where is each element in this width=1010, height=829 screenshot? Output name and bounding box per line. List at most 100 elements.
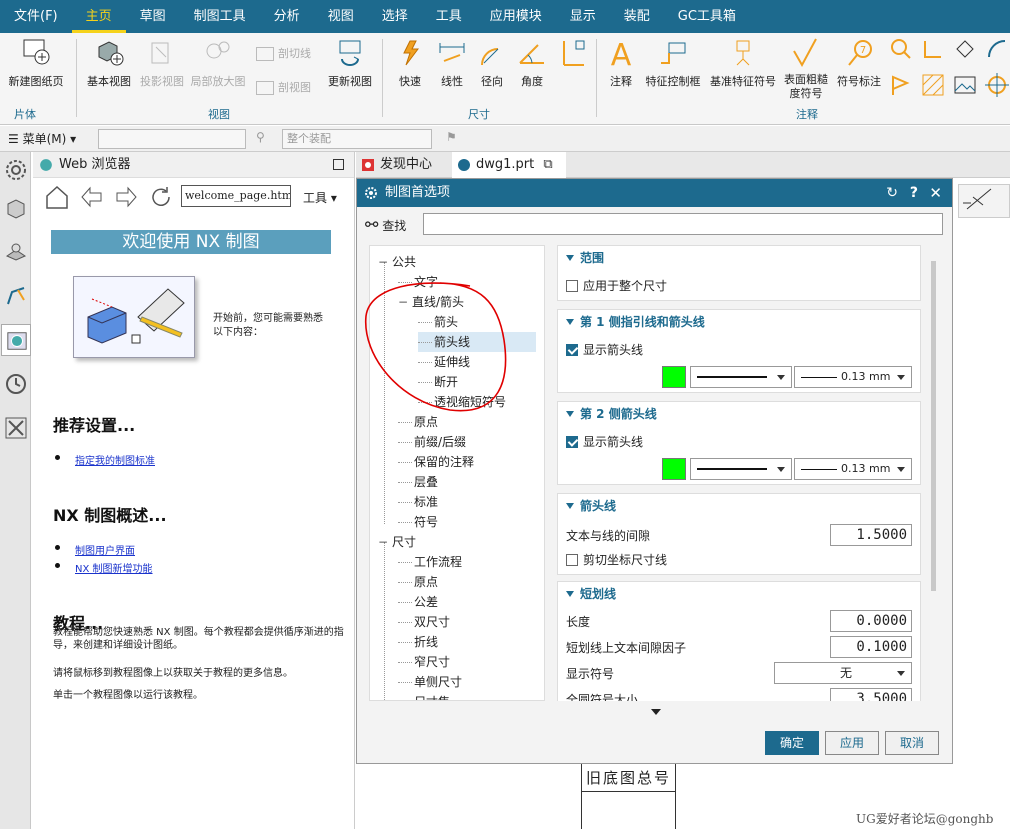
- tree-node[interactable]: 原点: [398, 412, 536, 432]
- reset-icon[interactable]: ↻: [886, 179, 898, 207]
- refresh-icon[interactable]: [149, 185, 173, 209]
- tree-node[interactable]: 箭头: [418, 312, 536, 332]
- tools-icon[interactable]: [4, 416, 28, 440]
- arc-button[interactable]: [984, 37, 1010, 64]
- circle-size-input[interactable]: 3.5000: [830, 688, 912, 701]
- assembly-navigator-icon[interactable]: [4, 240, 28, 264]
- find-input[interactable]: [423, 213, 943, 235]
- linear-dim-button[interactable]: 线性: [432, 37, 472, 89]
- tree-node[interactable]: − 直线/箭头: [398, 292, 536, 312]
- url-input[interactable]: welcome_page.html: [181, 185, 291, 207]
- tree-node[interactable]: 符号: [398, 512, 536, 532]
- radial-dim-button[interactable]: 径向: [472, 37, 512, 89]
- menu-item[interactable]: 应用模块: [476, 0, 556, 33]
- new-sheet-button[interactable]: 新建图纸页: [6, 37, 66, 89]
- fcf-button[interactable]: 特征控制框: [642, 37, 704, 89]
- collapse-icon[interactable]: −: [378, 252, 392, 272]
- collapse-icon[interactable]: −: [378, 532, 392, 552]
- collapse-icon[interactable]: −: [398, 292, 412, 312]
- fill-button[interactable]: [952, 37, 978, 64]
- flag-button[interactable]: [888, 73, 914, 100]
- side2-show-checkbox[interactable]: 显示箭头线: [566, 432, 643, 452]
- update-view-button[interactable]: 更新视图: [324, 37, 376, 89]
- tab-discovery[interactable]: 发现中心: [356, 152, 448, 178]
- home-icon[interactable]: [45, 184, 69, 210]
- tree-node[interactable]: − 公共: [378, 252, 536, 272]
- tab-dwg1[interactable]: dwg1.prt ⧉ ✕: [452, 152, 566, 198]
- tree-node[interactable]: 尺寸集: [398, 692, 536, 700]
- welcome-image[interactable]: [73, 276, 195, 358]
- section-side1-title[interactable]: 第 1 侧指引线和箭头线: [558, 310, 920, 334]
- view-triad-toolbar[interactable]: [958, 184, 1010, 218]
- drawing-canvas[interactable]: [954, 178, 1010, 768]
- hatch-button[interactable]: [920, 73, 946, 100]
- side1-width-dropdown[interactable]: 0.13 mm: [794, 366, 912, 388]
- close-icon[interactable]: ✕: [929, 179, 942, 207]
- menu-item[interactable]: 装配: [610, 0, 664, 33]
- history-icon[interactable]: [4, 372, 28, 396]
- datum-button[interactable]: 基准特征符号: [706, 37, 780, 89]
- side2-color-swatch[interactable]: [662, 458, 686, 480]
- menu-item[interactable]: 分析: [260, 0, 314, 33]
- more-options-icon[interactable]: [651, 709, 661, 715]
- apply-all-checkbox[interactable]: 应用于整个尺寸: [566, 276, 667, 296]
- web-browser-tab[interactable]: [1, 324, 31, 356]
- tree-node[interactable]: 窄尺寸: [398, 652, 536, 672]
- surface-finish-button[interactable]: 表面粗糙度符号: [780, 37, 832, 101]
- menu-item[interactable]: 工具: [422, 0, 476, 33]
- side1-linetype-dropdown[interactable]: [690, 366, 792, 388]
- stub-factor-input[interactable]: 0.1000: [830, 636, 912, 658]
- section-stub-title[interactable]: 短划线: [558, 582, 920, 606]
- tree-node[interactable]: 断开: [418, 372, 536, 392]
- tree-node[interactable]: 前缀/后缀: [398, 432, 536, 452]
- image-button[interactable]: [952, 73, 978, 100]
- sketch-icon[interactable]: [4, 284, 28, 308]
- menu-item[interactable]: 制图工具: [180, 0, 260, 33]
- tree-node[interactable]: 公差: [398, 592, 536, 612]
- cut-ordinate-checkbox[interactable]: 剪切坐标尺寸线: [566, 550, 667, 570]
- menu-item[interactable]: 视图: [314, 0, 368, 33]
- menu-item[interactable]: GC工具箱: [664, 0, 750, 33]
- balloon-button[interactable]: 7 符号标注: [834, 37, 884, 89]
- zoom-icon-button[interactable]: [888, 37, 914, 64]
- detail-view-button[interactable]: 局部放大图: [188, 37, 248, 89]
- forward-icon[interactable]: [115, 186, 137, 208]
- menu-item[interactable]: 显示: [556, 0, 610, 33]
- type-filter-combo[interactable]: [98, 129, 246, 149]
- rapid-dim-button[interactable]: 快速: [390, 37, 430, 89]
- stub-length-input[interactable]: 0.0000: [830, 610, 912, 632]
- tree-node[interactable]: 箭头线: [418, 332, 536, 352]
- scope-filter-combo[interactable]: 整个装配: [282, 129, 432, 149]
- datum-target-button[interactable]: [920, 37, 946, 64]
- center-mark-button[interactable]: [984, 73, 1010, 100]
- back-icon[interactable]: [81, 186, 103, 208]
- ok-button[interactable]: 确定: [765, 731, 819, 755]
- drafting-standard-link[interactable]: 指定我的制图标准: [75, 452, 155, 467]
- side2-linetype-dropdown[interactable]: [690, 458, 792, 480]
- tree-node[interactable]: 层叠: [398, 472, 536, 492]
- tree-node[interactable]: 延伸线: [418, 352, 536, 372]
- apply-button[interactable]: 应用: [825, 731, 879, 755]
- base-view-button[interactable]: 基本视图: [82, 37, 136, 89]
- help-icon[interactable]: ?: [910, 179, 918, 207]
- section-scope-title[interactable]: 范围: [558, 246, 920, 270]
- tree-node[interactable]: 保留的注释: [398, 452, 536, 472]
- section-arrowline-title[interactable]: 箭头线: [558, 494, 920, 518]
- menu-item[interactable]: 草图: [126, 0, 180, 33]
- tree-node[interactable]: 文字: [398, 272, 536, 292]
- side2-width-dropdown[interactable]: 0.13 mm: [794, 458, 912, 480]
- section-line-button[interactable]: 剖切线: [256, 45, 320, 61]
- properties-scrollbar[interactable]: [931, 261, 936, 591]
- gear-icon[interactable]: [4, 158, 28, 182]
- section-view-button[interactable]: 剖视图: [256, 79, 320, 95]
- show-symbol-dropdown[interactable]: 无: [774, 662, 912, 684]
- tree-node[interactable]: 单侧尺寸: [398, 672, 536, 692]
- maximize-icon[interactable]: [333, 159, 344, 170]
- angular-dim-button[interactable]: 角度: [512, 37, 552, 89]
- menu-item[interactable]: 主页: [71, 0, 126, 33]
- side1-color-swatch[interactable]: [662, 366, 686, 388]
- projected-view-button[interactable]: 投影视图: [138, 37, 186, 89]
- whats-new-link[interactable]: NX 制图新增功能: [75, 560, 153, 575]
- more-dim-button[interactable]: [556, 37, 586, 73]
- tree-node[interactable]: 工作流程: [398, 552, 536, 572]
